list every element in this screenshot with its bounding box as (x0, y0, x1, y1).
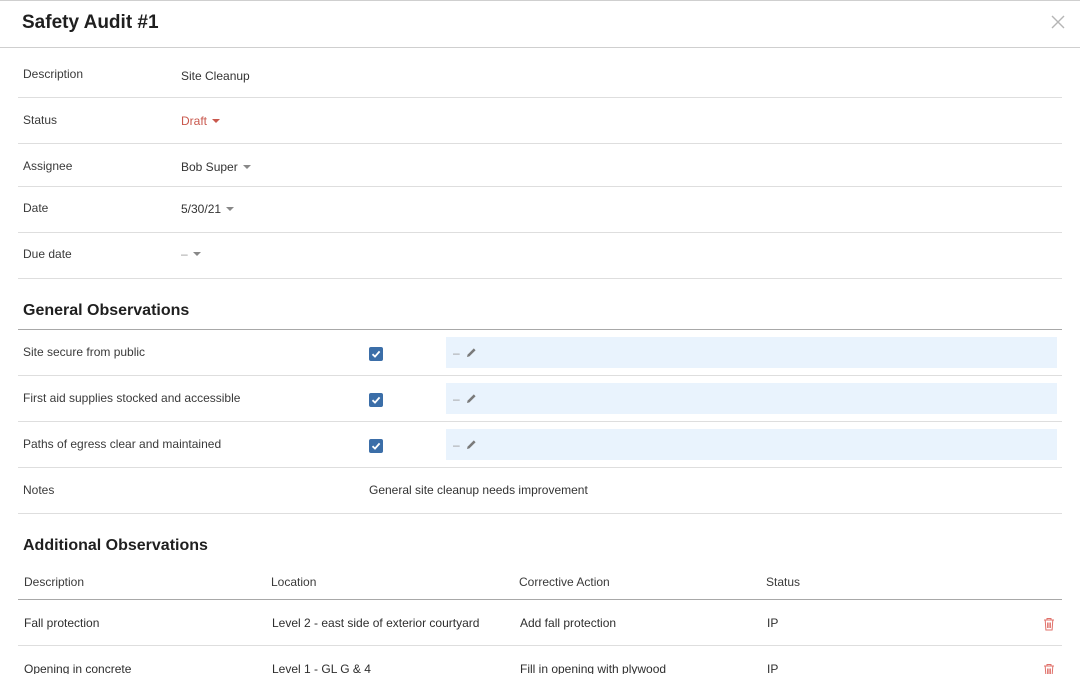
pencil-icon (466, 440, 476, 449)
observation-checkbox[interactable] (369, 393, 383, 407)
observation-row: Site secure from public – (18, 330, 1062, 376)
pencil-icon (466, 394, 476, 403)
notes-value[interactable]: General site cleanup needs improvement (369, 483, 588, 497)
assignee-dropdown[interactable]: Bob Super (181, 160, 251, 174)
column-header: Status (766, 575, 801, 589)
status-dropdown[interactable]: Draft (181, 114, 221, 128)
cell-location: Level 1 - GL G & 4 (272, 662, 371, 674)
cell-description: Fall protection (24, 616, 100, 630)
field-label: Assignee (23, 159, 73, 173)
modal-header: Safety Audit #1 (0, 1, 1080, 48)
field-due-date: Due date – (18, 233, 1062, 279)
caret-down-icon (226, 207, 235, 211)
cell-location: Level 2 - east side of exterior courtyar… (272, 616, 480, 630)
section-title-additional: Additional Observations (23, 537, 208, 554)
assignee-text: Bob Super (181, 160, 238, 174)
trash-icon (1044, 618, 1054, 631)
comment-text: – (453, 391, 460, 406)
close-icon (1051, 15, 1065, 29)
pencil-icon (466, 348, 476, 357)
field-status: Status Draft (18, 98, 1062, 144)
description-value[interactable]: Site Cleanup (181, 69, 250, 83)
field-label: Description (23, 67, 84, 81)
observation-row: Paths of egress clear and maintained – (18, 422, 1062, 468)
description-text: Site Cleanup (181, 69, 250, 83)
cell-description: Opening in concrete (24, 662, 132, 674)
observation-comment[interactable]: – (446, 337, 1057, 368)
status-text: Draft (181, 114, 208, 128)
field-label: Due date (23, 247, 72, 261)
checkmark-icon (371, 350, 381, 358)
comment-text: – (453, 437, 460, 452)
column-header: Description (24, 575, 85, 589)
delete-row-button[interactable] (1043, 617, 1055, 631)
cell-status: IP (767, 662, 779, 674)
table-row[interactable]: Fall protection Level 2 - east side of e… (18, 600, 1062, 646)
checkmark-icon (371, 442, 381, 450)
observation-comment[interactable]: – (446, 383, 1057, 414)
comment-text: – (453, 345, 460, 360)
trash-icon (1044, 664, 1054, 674)
checkmark-icon (371, 396, 381, 404)
observation-label: Paths of egress clear and maintained (23, 437, 222, 451)
cell-corrective-action: Add fall protection (520, 616, 617, 630)
observation-label: First aid supplies stocked and accessibl… (23, 391, 241, 405)
table-header: Description Location Corrective Action S… (18, 565, 1062, 600)
observation-label: Site secure from public (23, 345, 146, 359)
date-text: 5/30/21 (181, 202, 222, 216)
caret-down-icon (212, 119, 221, 123)
date-dropdown[interactable]: 5/30/21 (181, 202, 235, 216)
field-label: Status (23, 113, 58, 127)
caret-down-icon (192, 252, 201, 256)
observation-comment[interactable]: – (446, 429, 1057, 460)
observation-checkbox[interactable] (369, 347, 383, 361)
caret-down-icon (242, 165, 251, 169)
due-date-text: – (181, 247, 188, 261)
notes-label: Notes (23, 483, 55, 497)
field-date: Date 5/30/21 (18, 187, 1062, 233)
section-title-general: General Observations (23, 302, 190, 319)
field-label: Date (23, 201, 49, 215)
notes-row: Notes General site cleanup needs improve… (18, 468, 1062, 514)
due-date-dropdown[interactable]: – (181, 247, 201, 261)
cell-corrective-action: Fill in opening with plywood (520, 662, 667, 674)
field-description: Description Site Cleanup (18, 48, 1062, 98)
observation-checkbox[interactable] (369, 439, 383, 453)
column-header: Location (271, 575, 317, 589)
safety-audit-modal: Safety Audit #1 Description Site Cleanup… (0, 0, 1080, 674)
field-assignee: Assignee Bob Super (18, 144, 1062, 187)
page-title: Safety Audit #1 (22, 12, 159, 33)
delete-row-button[interactable] (1043, 663, 1055, 674)
column-header: Corrective Action (519, 575, 610, 589)
table-row[interactable]: Opening in concrete Level 1 - GL G & 4 F… (18, 646, 1062, 674)
observation-row: First aid supplies stocked and accessibl… (18, 376, 1062, 422)
cell-status: IP (767, 616, 779, 630)
close-button[interactable] (1050, 14, 1066, 30)
